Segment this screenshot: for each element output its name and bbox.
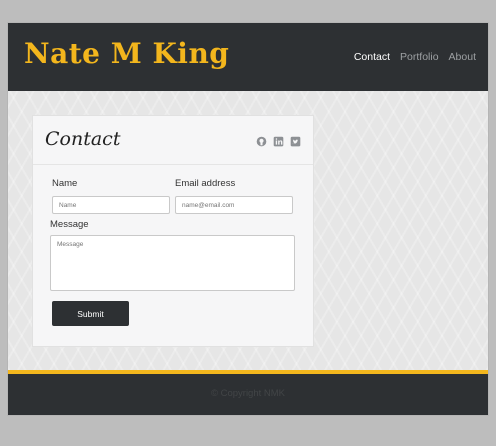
twitter-icon[interactable] bbox=[290, 136, 301, 147]
page-frame: Nate M King Contact Portfolio About Cont… bbox=[8, 23, 488, 415]
submit-button[interactable]: Submit bbox=[52, 301, 129, 326]
social-links bbox=[256, 136, 301, 147]
top-nav: Contact Portfolio About bbox=[354, 51, 476, 63]
site-header: Nate M King Contact Portfolio About bbox=[8, 23, 488, 91]
page-title: Contact bbox=[45, 128, 121, 150]
name-field[interactable] bbox=[52, 196, 170, 214]
linkedin-icon[interactable] bbox=[273, 136, 284, 147]
nav-portfolio[interactable]: Portfolio bbox=[400, 51, 439, 63]
divider bbox=[33, 164, 313, 165]
site-footer: © Copyright NMK bbox=[8, 370, 488, 415]
message-label: Message bbox=[50, 219, 89, 230]
brand-logo[interactable]: Nate M King bbox=[24, 37, 229, 70]
email-label: Email address bbox=[175, 178, 236, 189]
contact-card: Contact Name Email address Message Submi… bbox=[32, 115, 314, 347]
nav-contact[interactable]: Contact bbox=[354, 51, 390, 63]
copyright-text: © Copyright NMK bbox=[210, 388, 286, 399]
github-icon[interactable] bbox=[256, 136, 267, 147]
email-field[interactable] bbox=[175, 196, 293, 214]
name-label: Name bbox=[52, 178, 78, 189]
nav-about[interactable]: About bbox=[449, 51, 476, 63]
message-field[interactable] bbox=[50, 235, 295, 291]
content-area: Contact Name Email address Message Submi… bbox=[8, 91, 488, 370]
